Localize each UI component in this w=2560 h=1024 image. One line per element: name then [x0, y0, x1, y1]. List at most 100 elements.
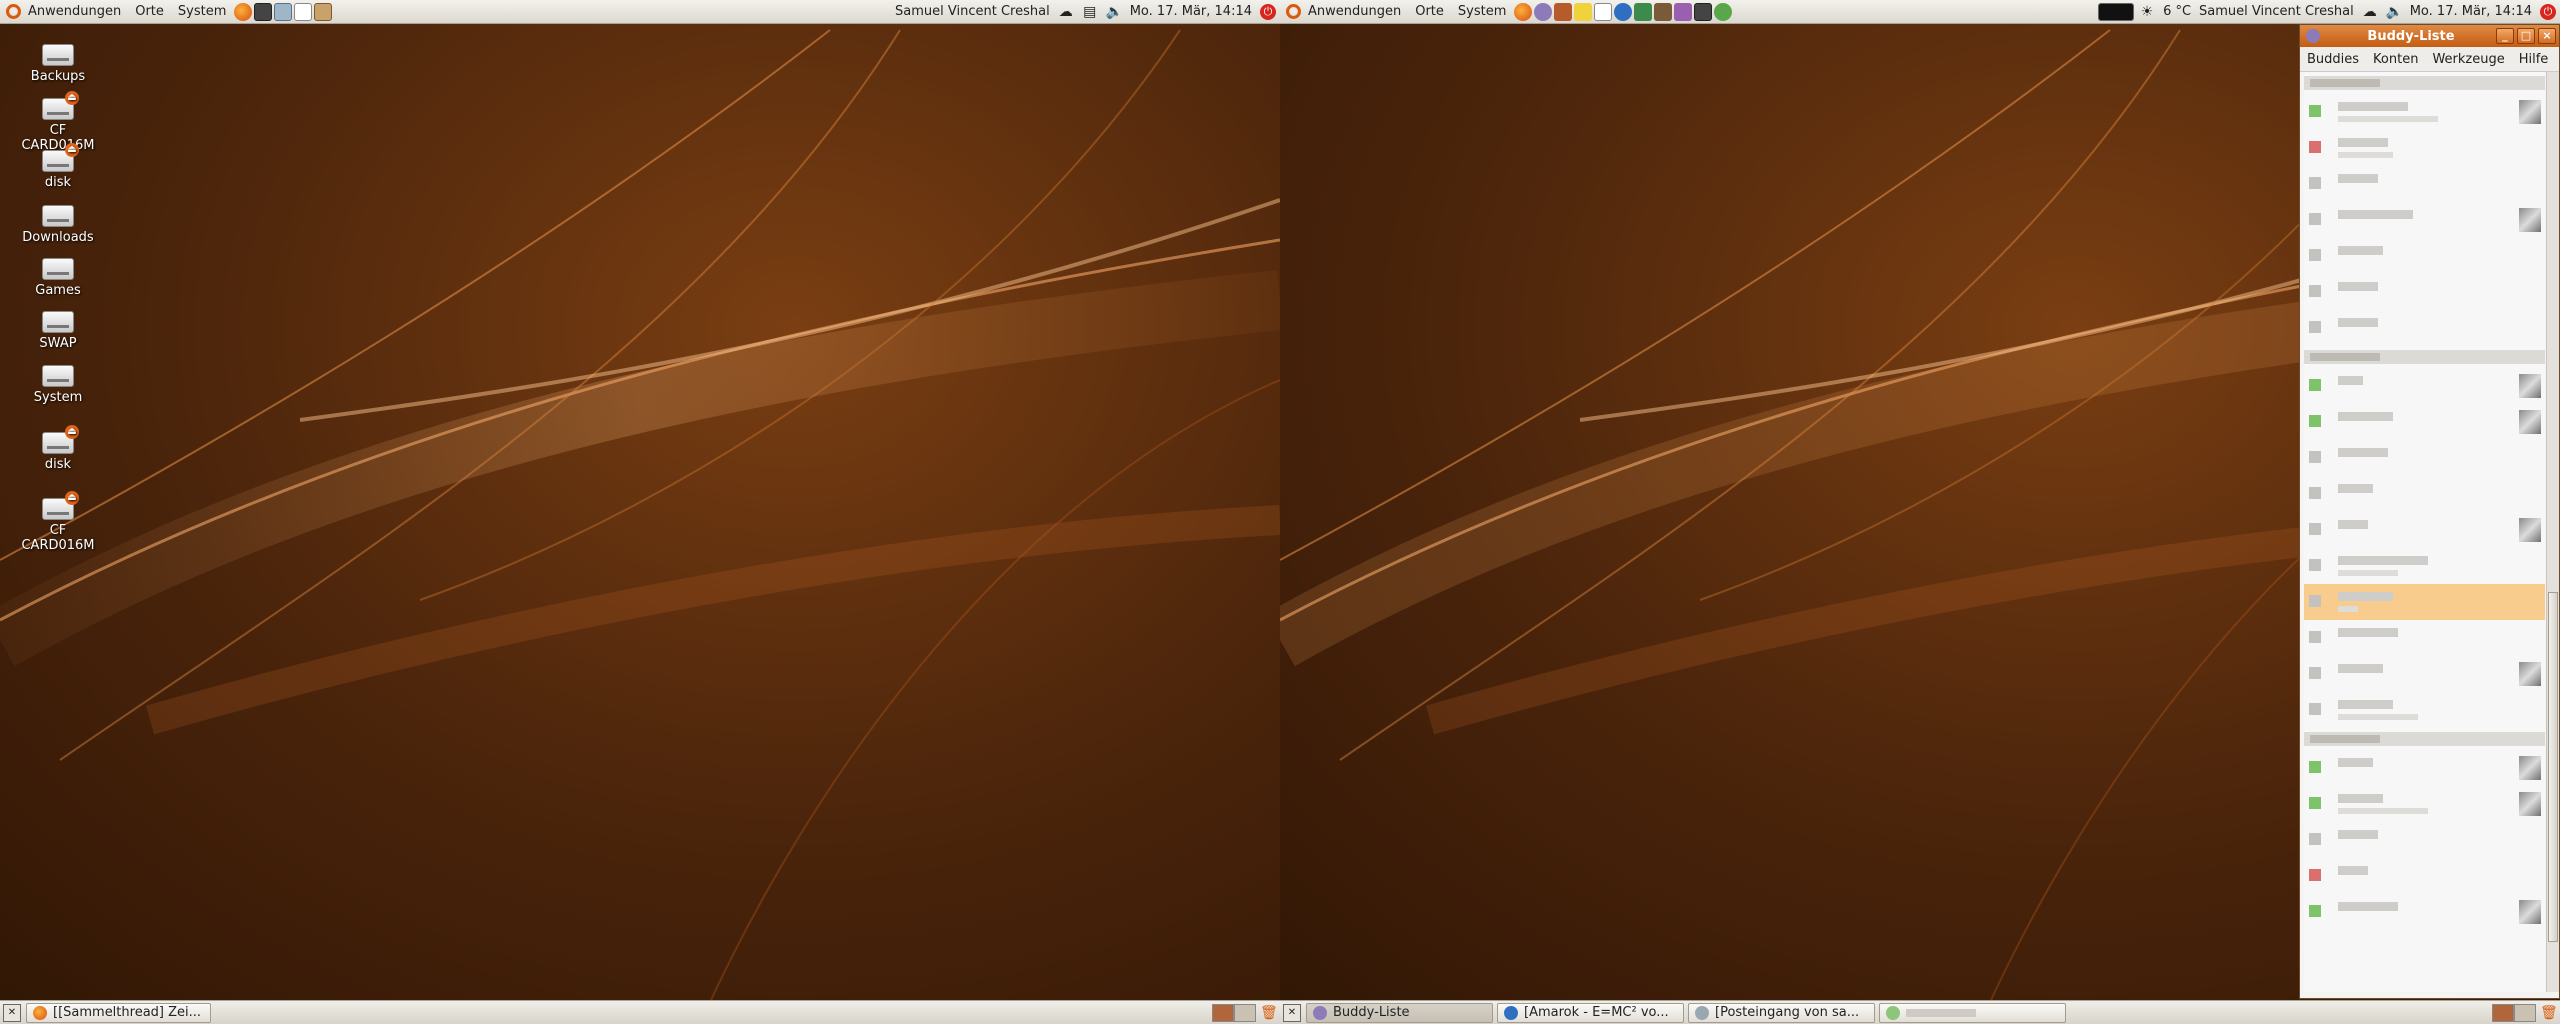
workspace-2[interactable]: [1234, 1003, 1256, 1022]
workspace-2[interactable]: [2514, 1003, 2536, 1022]
chat-status-icon[interactable]: ☁: [2362, 4, 2378, 20]
buddy-row[interactable]: [2304, 894, 2545, 930]
text-editor-icon[interactable]: [294, 2, 313, 21]
buddy-row[interactable]: [2304, 656, 2545, 692]
buddy-row[interactable]: [2304, 274, 2545, 310]
removable-drive-icon: ⏏: [42, 425, 79, 454]
buddy-row[interactable]: [2304, 94, 2545, 130]
taskbar-button[interactable]: Buddy-Liste: [1306, 1002, 1493, 1023]
clock[interactable]: Mo. 17. Mär, 14:14: [1126, 4, 1256, 19]
menu-accounts[interactable]: Konten: [2366, 52, 2425, 67]
buddy-list-scrollbar[interactable]: [2546, 72, 2559, 992]
menu-help[interactable]: Hilfe: [2512, 52, 2556, 67]
menu-places[interactable]: Orte: [128, 4, 171, 19]
buddy-list-window[interactable]: Buddy-Liste _ □ × Buddies Konten Werkzeu…: [2299, 24, 2560, 999]
pidgin-icon[interactable]: [1534, 2, 1553, 21]
dictionary-icon[interactable]: [1674, 2, 1693, 21]
taskbar-button[interactable]: [Posteingang von sa...: [1688, 1002, 1875, 1023]
edit-icon[interactable]: [1574, 2, 1593, 21]
firefox-icon[interactable]: [234, 2, 253, 21]
minimize-icon[interactable]: _: [2496, 28, 2514, 44]
buddy-row[interactable]: [2304, 750, 2545, 786]
browser-icon[interactable]: [1614, 2, 1633, 21]
package-icon[interactable]: [314, 2, 333, 21]
menu-tools[interactable]: Werkzeuge: [2425, 52, 2511, 67]
weather-icon[interactable]: ☀: [2139, 4, 2155, 20]
network-icon[interactable]: [274, 2, 293, 21]
desktop-icon-disk[interactable]: ⏏ disk: [14, 143, 102, 190]
taskbar-button[interactable]: [1879, 1002, 2066, 1023]
desktop-icon-cf-card-2[interactable]: ⏏ CF CARD016M: [14, 491, 102, 553]
network-status-icon[interactable]: ▤: [1082, 4, 1098, 20]
window-titlebar[interactable]: Buddy-Liste _ □ ×: [2300, 25, 2559, 47]
buddy-row[interactable]: [2304, 584, 2545, 620]
workspace-1[interactable]: [1212, 1003, 1234, 1022]
maximize-icon[interactable]: □: [2517, 28, 2535, 44]
user-name[interactable]: Samuel Vincent Creshal: [2195, 4, 2358, 19]
monitor-icon[interactable]: [1634, 2, 1653, 21]
menu-places[interactable]: Orte: [1408, 4, 1451, 19]
buddy-row[interactable]: [2304, 130, 2545, 166]
firefox-icon[interactable]: [1514, 2, 1533, 21]
buddy-row[interactable]: [2304, 440, 2545, 476]
buddy-row[interactable]: [2304, 822, 2545, 858]
menu-system[interactable]: System: [1451, 4, 1513, 19]
desktop-icon-cf-card[interactable]: ⏏ CF CARD016M: [14, 91, 102, 153]
buddy-row[interactable]: [2304, 620, 2545, 656]
desktop-icon-backups[interactable]: Backups: [14, 44, 102, 84]
buddy-row[interactable]: [2304, 404, 2545, 440]
user-name[interactable]: Samuel Vincent Creshal: [891, 4, 1054, 19]
buddy-row[interactable]: [2304, 692, 2545, 728]
weather-icon[interactable]: ☁: [1058, 4, 1074, 20]
thermometer-icon[interactable]: [1594, 2, 1613, 21]
buddy-row[interactable]: [2304, 548, 2545, 584]
volume-icon[interactable]: 🔈: [1106, 4, 1123, 20]
menu-system[interactable]: System: [171, 4, 233, 19]
show-desktop-icon[interactable]: ✕: [1283, 1003, 1301, 1022]
buddy-group-header[interactable]: [2304, 350, 2545, 364]
weather-temperature[interactable]: 6 °C: [2159, 4, 2195, 19]
buddy-group-header[interactable]: [2304, 76, 2545, 90]
buddy-list[interactable]: [2304, 72, 2545, 992]
buddy-row[interactable]: [2304, 368, 2545, 404]
buddy-row[interactable]: [2304, 786, 2545, 822]
desktop-icon-system[interactable]: System: [14, 365, 102, 405]
buddy-row[interactable]: [2304, 512, 2545, 548]
volume-icon[interactable]: 🔈: [2386, 4, 2403, 20]
menu-buddies[interactable]: Buddies: [2300, 52, 2366, 67]
power-icon[interactable]: ⏻: [1260, 3, 1276, 20]
desktop-wallpaper[interactable]: [0, 0, 1280, 1024]
desktop-icon-downloads[interactable]: Downloads: [14, 205, 102, 245]
show-desktop-icon[interactable]: ✕: [3, 1003, 21, 1022]
game-icon[interactable]: [1714, 2, 1733, 21]
buddy-row[interactable]: [2304, 858, 2545, 894]
close-icon[interactable]: ×: [2538, 28, 2556, 44]
power-icon[interactable]: ⏻: [2540, 3, 2556, 20]
gimp-icon[interactable]: [1654, 2, 1673, 21]
trash-icon[interactable]: 🗑: [1260, 1005, 1278, 1021]
buddy-row[interactable]: [2304, 310, 2545, 346]
buddy-row[interactable]: [2304, 476, 2545, 512]
desktop-icon-swap[interactable]: SWAP: [14, 311, 102, 351]
clock[interactable]: Mo. 17. Mär, 14:14: [2406, 4, 2536, 19]
terminal-icon[interactable]: [1694, 2, 1713, 21]
redacted-buddy-name: [2338, 412, 2393, 421]
desktop-icon-games[interactable]: Games: [14, 258, 102, 298]
ubuntu-logo-icon[interactable]: [6, 4, 21, 19]
system-monitor-icon[interactable]: [2098, 2, 2135, 21]
buddy-row[interactable]: [2304, 238, 2545, 274]
buddy-row[interactable]: [2304, 166, 2545, 202]
package-icon[interactable]: [1554, 2, 1573, 21]
buddy-row[interactable]: [2304, 202, 2545, 238]
desktop-icon-disk-2[interactable]: ⏏ disk: [14, 425, 102, 472]
buddy-group-header[interactable]: [2304, 732, 2545, 746]
workspace-1[interactable]: [2492, 1003, 2514, 1022]
taskbar-button[interactable]: [[Sammelthread] Zei...: [26, 1002, 211, 1023]
trash-icon[interactable]: 🗑: [2540, 1005, 2558, 1021]
menu-applications[interactable]: Anwendungen: [1301, 4, 1408, 19]
taskbar-button[interactable]: [Amarok - E=MC² vo...: [1497, 1002, 1684, 1023]
menu-applications[interactable]: Anwendungen: [21, 4, 128, 19]
scrollbar-thumb[interactable]: [2548, 592, 2558, 942]
ubuntu-logo-icon[interactable]: [1286, 4, 1301, 19]
terminal-icon[interactable]: [254, 2, 273, 21]
